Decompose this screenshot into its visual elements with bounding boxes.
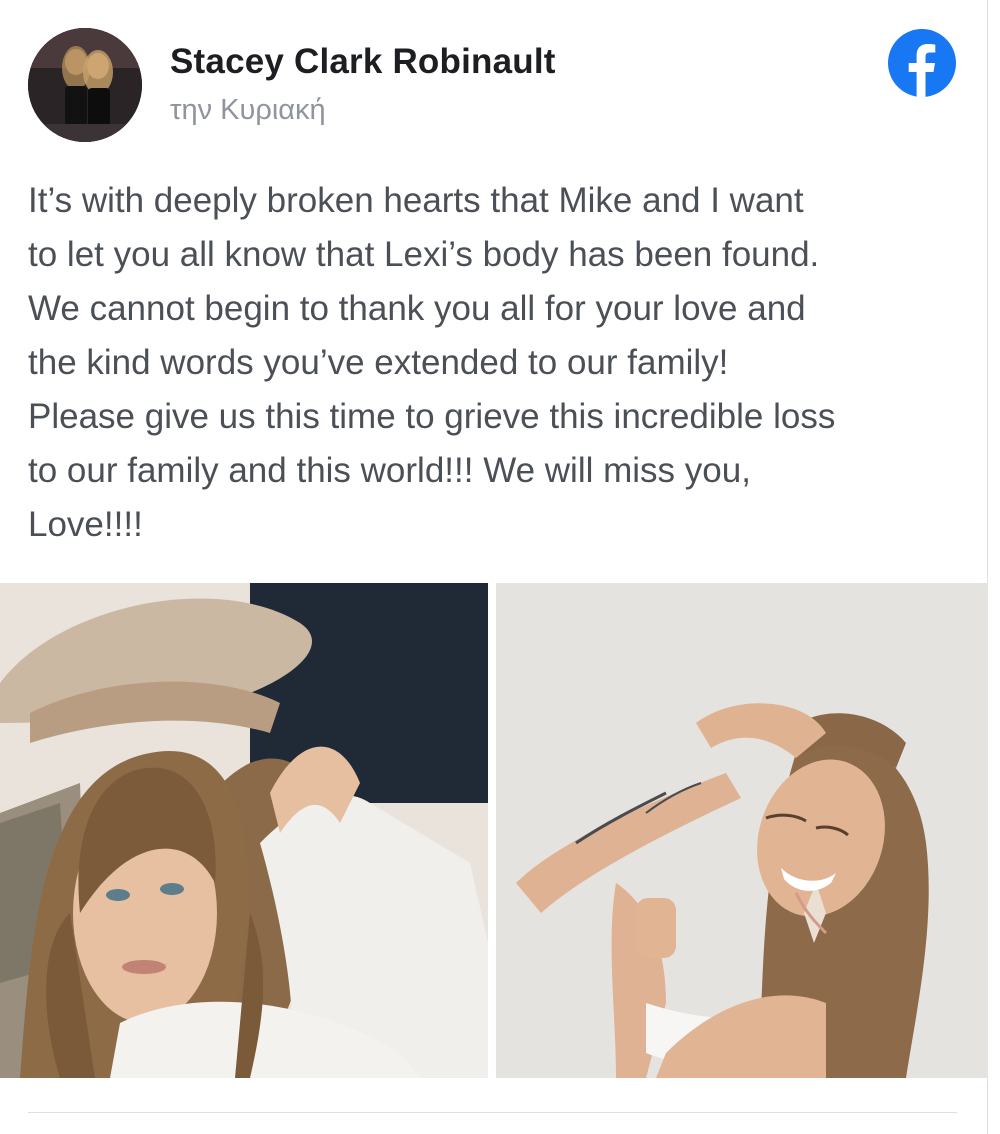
post-text: It’s with deeply broken hearts that Mike… [28, 181, 836, 544]
post-photo[interactable] [496, 583, 988, 1078]
footer-divider [28, 1112, 957, 1113]
facebook-icon[interactable] [887, 28, 957, 98]
post-photo[interactable] [0, 583, 488, 1078]
author-name[interactable]: Stacey Clark Robinault [170, 42, 556, 82]
post-timestamp[interactable]: την Κυριακή [170, 94, 326, 127]
author-avatar[interactable] [28, 28, 142, 142]
facebook-post: Stacey Clark Robinault την Κυριακή It’s … [0, 0, 988, 1134]
post-header: Stacey Clark Robinault την Κυριακή [28, 28, 957, 144]
photo-grid [0, 583, 988, 1078]
